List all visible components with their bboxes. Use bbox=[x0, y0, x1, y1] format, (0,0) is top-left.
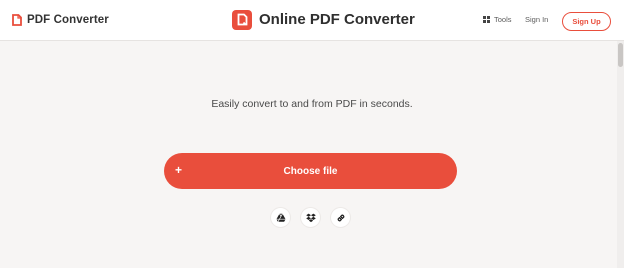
brand-link[interactable]: PDF Converter bbox=[12, 12, 109, 28]
sign-in-link[interactable]: Sign In bbox=[525, 15, 548, 24]
google-drive-icon bbox=[275, 213, 286, 222]
tagline: Easily convert to and from PDF in second… bbox=[211, 98, 413, 110]
app-title-group[interactable]: Online PDF Converter bbox=[232, 9, 415, 30]
choose-file-button[interactable]: + Choose file bbox=[164, 153, 457, 189]
pdf-logo-icon bbox=[12, 14, 22, 26]
link-icon bbox=[337, 214, 344, 221]
choose-file-label: Choose file bbox=[283, 165, 338, 177]
tools-menu[interactable]: Tools bbox=[483, 15, 512, 24]
grid-icon bbox=[483, 16, 490, 23]
app-logo-icon bbox=[232, 9, 252, 30]
app-title: Online PDF Converter bbox=[259, 11, 415, 28]
dropbox-icon bbox=[305, 213, 316, 222]
url-link-button[interactable] bbox=[331, 208, 350, 227]
google-drive-button[interactable] bbox=[271, 208, 290, 227]
brand-name: PDF Converter bbox=[27, 14, 109, 26]
top-header: PDF Converter Online PDF Converter Tools… bbox=[0, 0, 624, 41]
sign-up-button[interactable]: Sign Up bbox=[562, 12, 611, 31]
dropbox-button[interactable] bbox=[301, 208, 320, 227]
scrollbar-thumb[interactable] bbox=[618, 43, 623, 67]
tools-label: Tools bbox=[494, 15, 512, 24]
vertical-scrollbar[interactable] bbox=[617, 41, 624, 268]
